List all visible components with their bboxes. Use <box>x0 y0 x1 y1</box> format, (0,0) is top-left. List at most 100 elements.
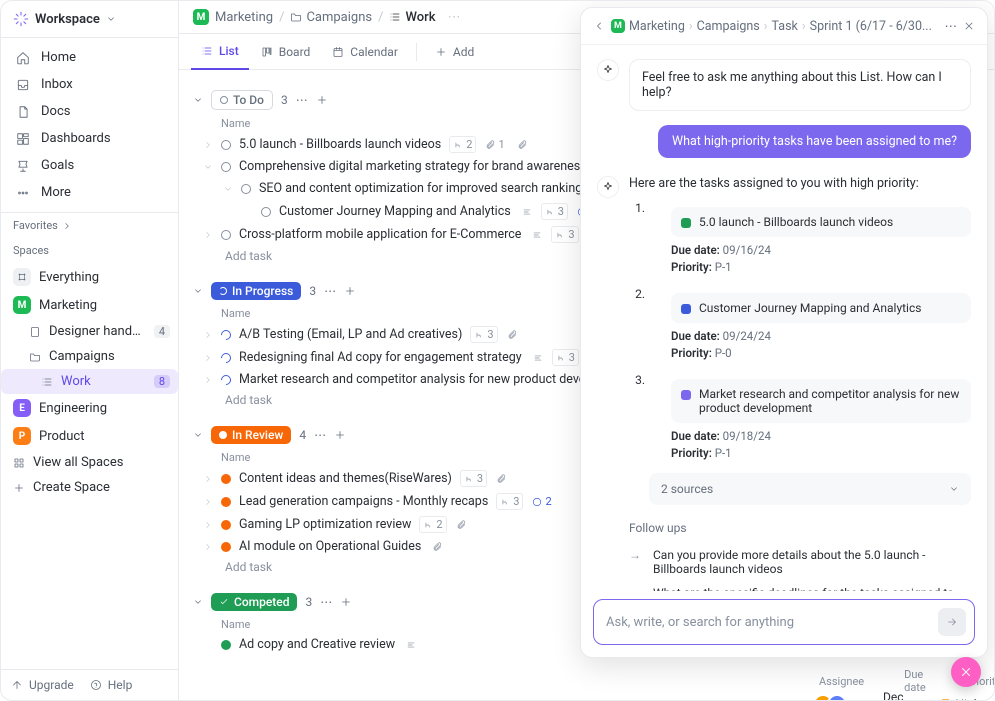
nav-inbox[interactable]: Inbox <box>7 71 172 98</box>
task-title[interactable]: AI module on Operational Guides <box>239 539 421 554</box>
nav-home[interactable]: Home <box>7 44 172 71</box>
col-assignee[interactable]: Assignee <box>819 675 864 688</box>
tab-calendar[interactable]: Calendar <box>322 35 408 69</box>
panel-crumb[interactable]: Sprint 1 (6/17 - 6/30... <box>810 19 932 34</box>
sources-dropdown[interactable]: 2 sources <box>649 473 971 505</box>
task-title[interactable]: A/B Testing (Email, LP and Ad creatives) <box>239 327 462 342</box>
task-title[interactable]: SEO and content optimization for improve… <box>259 181 589 196</box>
subtask-chip[interactable]: 2 <box>419 516 446 533</box>
expand-icon[interactable] <box>203 230 213 240</box>
group-add-icon[interactable] <box>334 429 346 441</box>
status-dot-icon[interactable] <box>241 184 251 194</box>
status-dot-icon[interactable] <box>219 372 233 386</box>
group-add-icon[interactable] <box>344 285 356 297</box>
attachment-icon[interactable] <box>504 329 520 341</box>
group-collapse-toggle[interactable] <box>193 286 203 296</box>
attachment-icon[interactable] <box>453 519 469 531</box>
send-button[interactable] <box>938 608 966 636</box>
workspace-switcher[interactable]: Workspace <box>1 1 178 38</box>
sidebar-item-designer-handbook[interactable]: Designer handbook 4 <box>1 319 178 344</box>
attachment-icon[interactable] <box>493 473 509 485</box>
tab-list[interactable]: List <box>191 34 249 70</box>
attachment-icon[interactable] <box>429 541 445 553</box>
status-dot-icon[interactable] <box>221 640 231 650</box>
status-dot-icon[interactable] <box>221 542 231 552</box>
panel-more-icon[interactable]: ⋯ <box>945 18 958 34</box>
expand-icon[interactable] <box>203 140 213 150</box>
answer-task-ref[interactable]: Customer Journey Mapping and Analytics <box>671 293 971 323</box>
group-add-icon[interactable] <box>340 596 352 608</box>
sidebar-item-work[interactable]: Work 8 <box>1 369 178 394</box>
status-dot-icon[interactable] <box>221 474 231 484</box>
expand-icon[interactable] <box>223 184 233 194</box>
group-more-icon[interactable]: ⋯ <box>320 595 332 609</box>
subtask-chip[interactable]: 3 <box>470 326 497 343</box>
group-add-icon[interactable] <box>316 94 328 106</box>
task-title[interactable]: Ad copy and Creative review <box>239 637 395 652</box>
status-dot-icon[interactable] <box>221 520 231 530</box>
favorites-header[interactable]: Favorites <box>1 213 178 238</box>
status-pill-todo[interactable]: To Do <box>211 90 273 110</box>
attachment-icon[interactable] <box>514 139 530 151</box>
task-title[interactable]: 5.0 launch - Billboards launch videos <box>239 137 441 152</box>
status-dot-icon[interactable] <box>221 230 231 240</box>
task-title[interactable]: Cross-platform mobile application for E-… <box>239 227 521 242</box>
task-title[interactable]: Content ideas and themes(RiseWares) <box>239 471 452 486</box>
help-button[interactable]: Help <box>90 678 133 692</box>
status-dot-icon[interactable] <box>221 140 231 150</box>
attachment-chip[interactable]: 1 <box>482 137 507 152</box>
task-row-bottom[interactable]: Dec 6 High ⋯ <box>819 690 934 701</box>
task-title[interactable]: Redesigning final Ad copy for engagement… <box>239 350 522 365</box>
answer-task-ref[interactable]: Market research and competitor analysis … <box>671 379 971 423</box>
group-more-icon[interactable]: ⋯ <box>314 428 326 442</box>
nav-dashboards[interactable]: Dashboards <box>7 125 172 152</box>
status-dot-icon[interactable] <box>261 207 271 217</box>
nav-docs[interactable]: Docs <box>7 98 172 125</box>
status-pill-competed[interactable]: Competed <box>211 593 297 611</box>
nav-goals[interactable]: Goals <box>7 152 172 179</box>
expand-icon[interactable] <box>203 162 213 172</box>
task-title[interactable]: Market research and competitor analysis … <box>239 372 631 387</box>
task-title[interactable]: Customer Journey Mapping and Analytics <box>279 204 511 219</box>
status-dot-icon[interactable] <box>219 327 233 341</box>
followup-suggestion[interactable]: →Can you provide more details about the … <box>629 543 971 581</box>
assignee-avatars[interactable] <box>819 694 847 701</box>
status-dot-icon[interactable] <box>219 350 233 364</box>
status-dot-icon[interactable] <box>221 162 231 172</box>
due-date-value[interactable]: Dec 6 <box>883 690 904 701</box>
sidebar-item-campaigns[interactable]: Campaigns <box>1 344 178 369</box>
group-collapse-toggle[interactable] <box>193 430 203 440</box>
breadcrumb-folder[interactable]: Campaigns <box>290 10 372 25</box>
group-more-icon[interactable]: ⋯ <box>324 284 336 298</box>
subtask-chip[interactable]: 3 <box>460 470 487 487</box>
panel-crumb[interactable]: Marketing <box>629 19 685 34</box>
link-chip[interactable]: 2 <box>529 494 554 509</box>
nav-more[interactable]: More <box>7 179 172 206</box>
priority-value[interactable]: High <box>940 697 981 701</box>
subtask-chip[interactable]: 3 <box>496 493 523 510</box>
add-view-button[interactable]: Add <box>425 35 484 69</box>
panel-crumb[interactable]: Task <box>772 19 798 34</box>
group-more-icon[interactable]: ⋯ <box>296 93 308 107</box>
task-title[interactable]: Lead generation campaigns - Monthly reca… <box>239 494 488 509</box>
status-pill-review[interactable]: In Review <box>211 426 291 444</box>
status-dot-icon[interactable] <box>221 497 231 507</box>
sidebar-item-engineering[interactable]: E Engineering <box>1 394 178 422</box>
followup-suggestion[interactable]: →What are the specific deadlines for the… <box>629 581 971 591</box>
subtask-chip[interactable]: 3 <box>551 226 578 243</box>
subtask-chip[interactable]: 3 <box>541 203 568 220</box>
breadcrumb-more-icon[interactable]: ⋯ <box>447 10 460 25</box>
task-title[interactable]: Comprehensive digital marketing strategy… <box>239 159 587 174</box>
status-pill-progress[interactable]: In Progress <box>211 282 301 300</box>
group-collapse-toggle[interactable] <box>193 95 203 105</box>
sidebar-item-product[interactable]: P Product <box>1 422 178 450</box>
subtask-chip[interactable]: 3 <box>552 349 579 366</box>
upgrade-button[interactable]: Upgrade <box>11 678 74 692</box>
panel-back-icon[interactable] <box>593 20 605 32</box>
sidebar-item-view-all-spaces[interactable]: View all Spaces <box>1 450 178 475</box>
sidebar-item-everything[interactable]: Everything <box>1 263 178 291</box>
task-title[interactable]: Gaming LP optimization review <box>239 517 411 532</box>
sidebar-item-create-space[interactable]: Create Space <box>1 475 178 500</box>
breadcrumb-list[interactable]: Work <box>389 10 435 25</box>
panel-close-icon[interactable] <box>963 20 975 32</box>
